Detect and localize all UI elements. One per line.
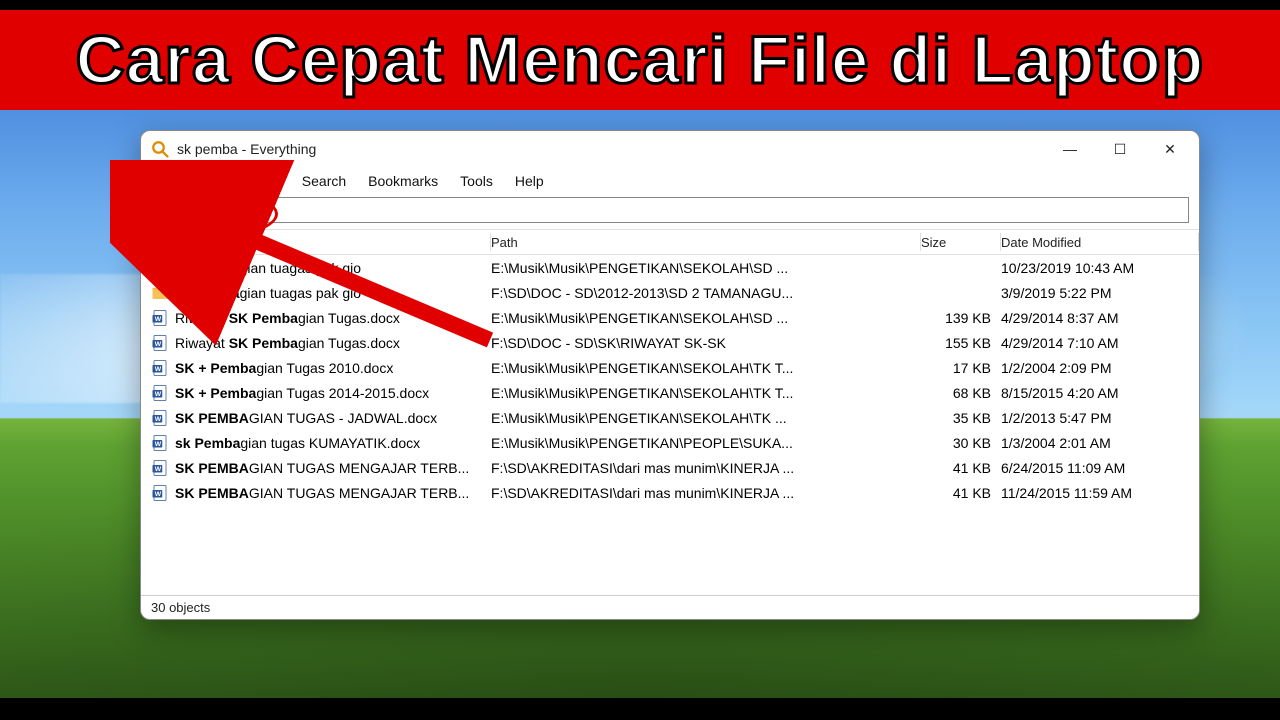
table-row[interactable]: Riwayat SK Pembagian Tugas.docx F:\SD\DOC… xyxy=(141,330,1199,355)
word-doc-icon xyxy=(151,459,169,477)
file-size: 30 KB xyxy=(921,435,1001,451)
menu-bar: File Edit View Search Bookmarks Tools He… xyxy=(141,167,1199,195)
letterbox-top xyxy=(0,0,1280,10)
file-date: 1/3/2004 2:01 AM xyxy=(1001,435,1199,451)
file-size: 17 KB xyxy=(921,360,1001,376)
file-name: sk pembagian tuagas pak gio xyxy=(175,285,361,301)
menu-edit[interactable]: Edit xyxy=(194,170,238,192)
word-doc-icon xyxy=(151,309,169,327)
file-name: SK PEMBAGIAN TUGAS MENGAJAR TERB... xyxy=(175,485,469,501)
banner-title: Cara Cepat Mencari File di Laptop xyxy=(76,21,1205,99)
table-row[interactable]: SK PEMBAGIAN TUGAS MENGAJAR TERB... F:\SD… xyxy=(141,480,1199,505)
file-name: Riwayat SK Pembagian Tugas.docx xyxy=(175,335,400,351)
file-path: E:\Musik\Musik\PENGETIKAN\SEKOLAH\TK ... xyxy=(491,410,921,426)
file-path: E:\Musik\Musik\PENGETIKAN\SEKOLAH\SD ... xyxy=(491,260,921,276)
word-doc-icon xyxy=(151,359,169,377)
column-headers: Name Path Size Date Modified xyxy=(141,229,1199,255)
table-row[interactable]: sk Pembagian tugas KUMAYATIK.docx E:\Musi… xyxy=(141,430,1199,455)
status-bar: 30 objects xyxy=(141,595,1199,619)
file-name: Riwayat SK Pembagian Tugas.docx xyxy=(175,310,400,326)
file-date: 8/15/2015 4:20 AM xyxy=(1001,385,1199,401)
table-row[interactable]: SK PEMBAGIAN TUGAS MENGAJAR TERB... F:\SD… xyxy=(141,455,1199,480)
file-name: SK + Pembagian Tugas 2014-2015.docx xyxy=(175,385,429,401)
word-doc-icon xyxy=(151,434,169,452)
file-date: 11/24/2015 11:59 AM xyxy=(1001,485,1199,501)
header-date[interactable]: Date Modified xyxy=(1001,230,1199,254)
close-button[interactable]: ✕ xyxy=(1145,132,1195,166)
file-size: 68 KB xyxy=(921,385,1001,401)
file-date: 3/9/2019 5:22 PM xyxy=(1001,285,1199,301)
file-size: 41 KB xyxy=(921,485,1001,501)
folder-icon xyxy=(151,259,169,277)
table-row[interactable]: SK + Pembagian Tugas 2010.docx E:\Musik\M… xyxy=(141,355,1199,380)
word-doc-icon xyxy=(151,484,169,502)
menu-help[interactable]: Help xyxy=(505,170,554,192)
file-date: 4/29/2014 8:37 AM xyxy=(1001,310,1199,326)
file-size: 139 KB xyxy=(921,310,1001,326)
search-input[interactable] xyxy=(151,197,1189,223)
file-path: E:\Musik\Musik\PENGETIKAN\SEKOLAH\TK T..… xyxy=(491,385,921,401)
file-path: E:\Musik\Musik\PENGETIKAN\PEOPLE\SUKA... xyxy=(491,435,921,451)
table-row[interactable]: sk pembagian tuagas pak gio E:\Musik\Musi… xyxy=(141,255,1199,280)
file-name: SK PEMBAGIAN TUGAS MENGAJAR TERB... xyxy=(175,460,469,476)
header-name[interactable]: Name xyxy=(151,230,491,254)
word-doc-icon xyxy=(151,384,169,402)
folder-icon xyxy=(151,284,169,302)
file-date: 6/24/2015 11:09 AM xyxy=(1001,460,1199,476)
minimize-button[interactable]: — xyxy=(1045,132,1095,166)
app-icon xyxy=(151,140,169,158)
window-title: sk pemba - Everything xyxy=(177,141,316,157)
file-path: E:\Musik\Musik\PENGETIKAN\SEKOLAH\TK T..… xyxy=(491,360,921,376)
word-doc-icon xyxy=(151,409,169,427)
status-text: 30 objects xyxy=(151,600,210,615)
file-path: F:\SD\DOC - SD\SK\RIWAYAT SK-SK xyxy=(491,335,921,351)
file-name: sk Pembagian tugas KUMAYATIK.docx xyxy=(175,435,420,451)
file-date: 1/2/2013 5:47 PM xyxy=(1001,410,1199,426)
table-row[interactable]: SK PEMBAGIAN TUGAS - JADWAL.docx E:\Musik… xyxy=(141,405,1199,430)
file-name: SK PEMBAGIAN TUGAS - JADWAL.docx xyxy=(175,410,437,426)
table-row[interactable]: SK + Pembagian Tugas 2014-2015.docx E:\Mu… xyxy=(141,380,1199,405)
results-list[interactable]: sk pembagian tuagas pak gio E:\Musik\Musi… xyxy=(141,255,1199,595)
menu-tools[interactable]: Tools xyxy=(450,170,503,192)
file-path: F:\SD\AKREDITASI\dari mas munim\KINERJA … xyxy=(491,460,921,476)
titlebar[interactable]: sk pemba - Everything — ☐ ✕ xyxy=(141,131,1199,167)
file-path: F:\SD\DOC - SD\2012-2013\SD 2 TAMANAGU..… xyxy=(491,285,921,301)
file-name: sk pembagian tuagas pak gio xyxy=(175,260,361,276)
header-path[interactable]: Path xyxy=(491,230,921,254)
header-size[interactable]: Size xyxy=(921,230,1001,254)
menu-search[interactable]: Search xyxy=(292,170,356,192)
file-name: SK + Pembagian Tugas 2010.docx xyxy=(175,360,393,376)
menu-bookmarks[interactable]: Bookmarks xyxy=(358,170,448,192)
file-path: E:\Musik\Musik\PENGETIKAN\SEKOLAH\SD ... xyxy=(491,310,921,326)
file-date: 4/29/2014 7:10 AM xyxy=(1001,335,1199,351)
maximize-button[interactable]: ☐ xyxy=(1095,132,1145,166)
title-banner: Cara Cepat Mencari File di Laptop xyxy=(0,10,1280,110)
menu-file[interactable]: File xyxy=(149,170,192,192)
file-size: 155 KB xyxy=(921,335,1001,351)
file-date: 10/23/2019 10:43 AM xyxy=(1001,260,1199,276)
table-row[interactable]: Riwayat SK Pembagian Tugas.docx E:\Musik\… xyxy=(141,305,1199,330)
file-path: F:\SD\AKREDITASI\dari mas munim\KINERJA … xyxy=(491,485,921,501)
letterbox-bottom xyxy=(0,698,1280,720)
menu-view[interactable]: View xyxy=(240,170,290,192)
table-row[interactable]: sk pembagian tuagas pak gio F:\SD\DOC - S… xyxy=(141,280,1199,305)
word-doc-icon xyxy=(151,334,169,352)
everything-window: sk pemba - Everything — ☐ ✕ File Edit Vi… xyxy=(140,130,1200,620)
file-date: 1/2/2004 2:09 PM xyxy=(1001,360,1199,376)
file-size: 35 KB xyxy=(921,410,1001,426)
file-size: 41 KB xyxy=(921,460,1001,476)
